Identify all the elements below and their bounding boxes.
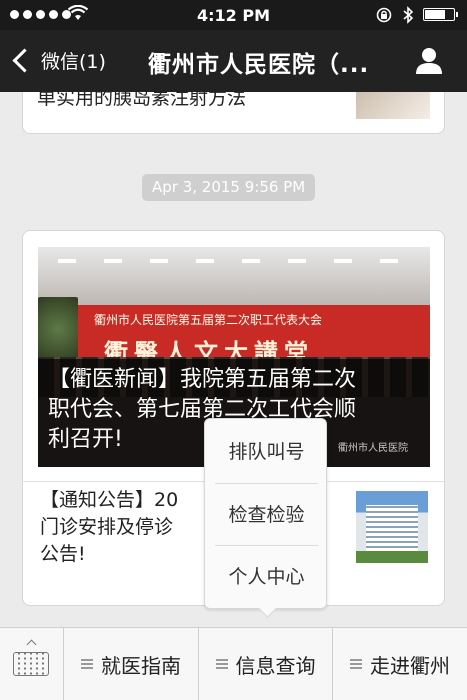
tab-info-query[interactable]: 信息查询	[199, 628, 333, 700]
menu-lines-icon	[215, 659, 228, 669]
banner-watermark: 衢州市人民医院	[338, 443, 408, 454]
message-timestamp: Apr 3, 2015 9:56 PM	[142, 174, 316, 201]
chevron-left-icon	[12, 48, 37, 73]
back-label: 微信(1)	[41, 51, 106, 73]
page-title: 衢州市人民医院（...	[148, 52, 370, 78]
status-time: 4:12 PM	[196, 6, 270, 25]
submenu-popup: 排队叫号 检查检验 个人中心	[204, 418, 327, 618]
tab-label: 就医指南	[101, 653, 181, 678]
menu-item-exam-results[interactable]: 检查检验	[215, 483, 318, 546]
menu-item-queue[interactable]: 排队叫号	[215, 421, 318, 483]
orientation-lock-icon	[376, 7, 392, 23]
news-item-thumbnail	[356, 491, 428, 563]
menu-lines-icon	[350, 659, 362, 669]
back-button[interactable]: 微信(1)	[12, 47, 106, 74]
article-title: 单实用的胰岛素注射方法	[37, 92, 247, 109]
chevron-up-icon	[26, 639, 37, 650]
status-bar: 4:12 PM	[0, 0, 467, 30]
tab-label: 信息查询	[235, 653, 316, 678]
keyboard-toggle-button[interactable]	[0, 628, 64, 700]
tab-label: 走进衢州	[370, 653, 450, 678]
bluetooth-icon	[403, 6, 414, 24]
tab-medical-guide[interactable]: 就医指南	[64, 628, 199, 700]
menu-lines-icon	[81, 659, 93, 669]
caption-line: 【衢医新闻】我院第五届第二次	[48, 367, 357, 392]
bottom-menu-bar: 就医指南 信息查询 走进衢州	[0, 627, 467, 700]
user-icon[interactable]	[414, 46, 444, 76]
article-thumbnail	[356, 92, 430, 119]
article-card[interactable]: 单实用的胰岛素注射方法	[22, 92, 445, 134]
banner-sign-line1: 衢州市人民医院第五届第二次职工代表大会	[94, 313, 323, 327]
keyboard-icon	[13, 652, 49, 676]
battery-icon	[423, 8, 458, 21]
nav-bar: 微信(1) 衢州市人民医院（...	[0, 30, 467, 92]
tab-about-quzhou[interactable]: 走进衢州	[333, 628, 467, 700]
